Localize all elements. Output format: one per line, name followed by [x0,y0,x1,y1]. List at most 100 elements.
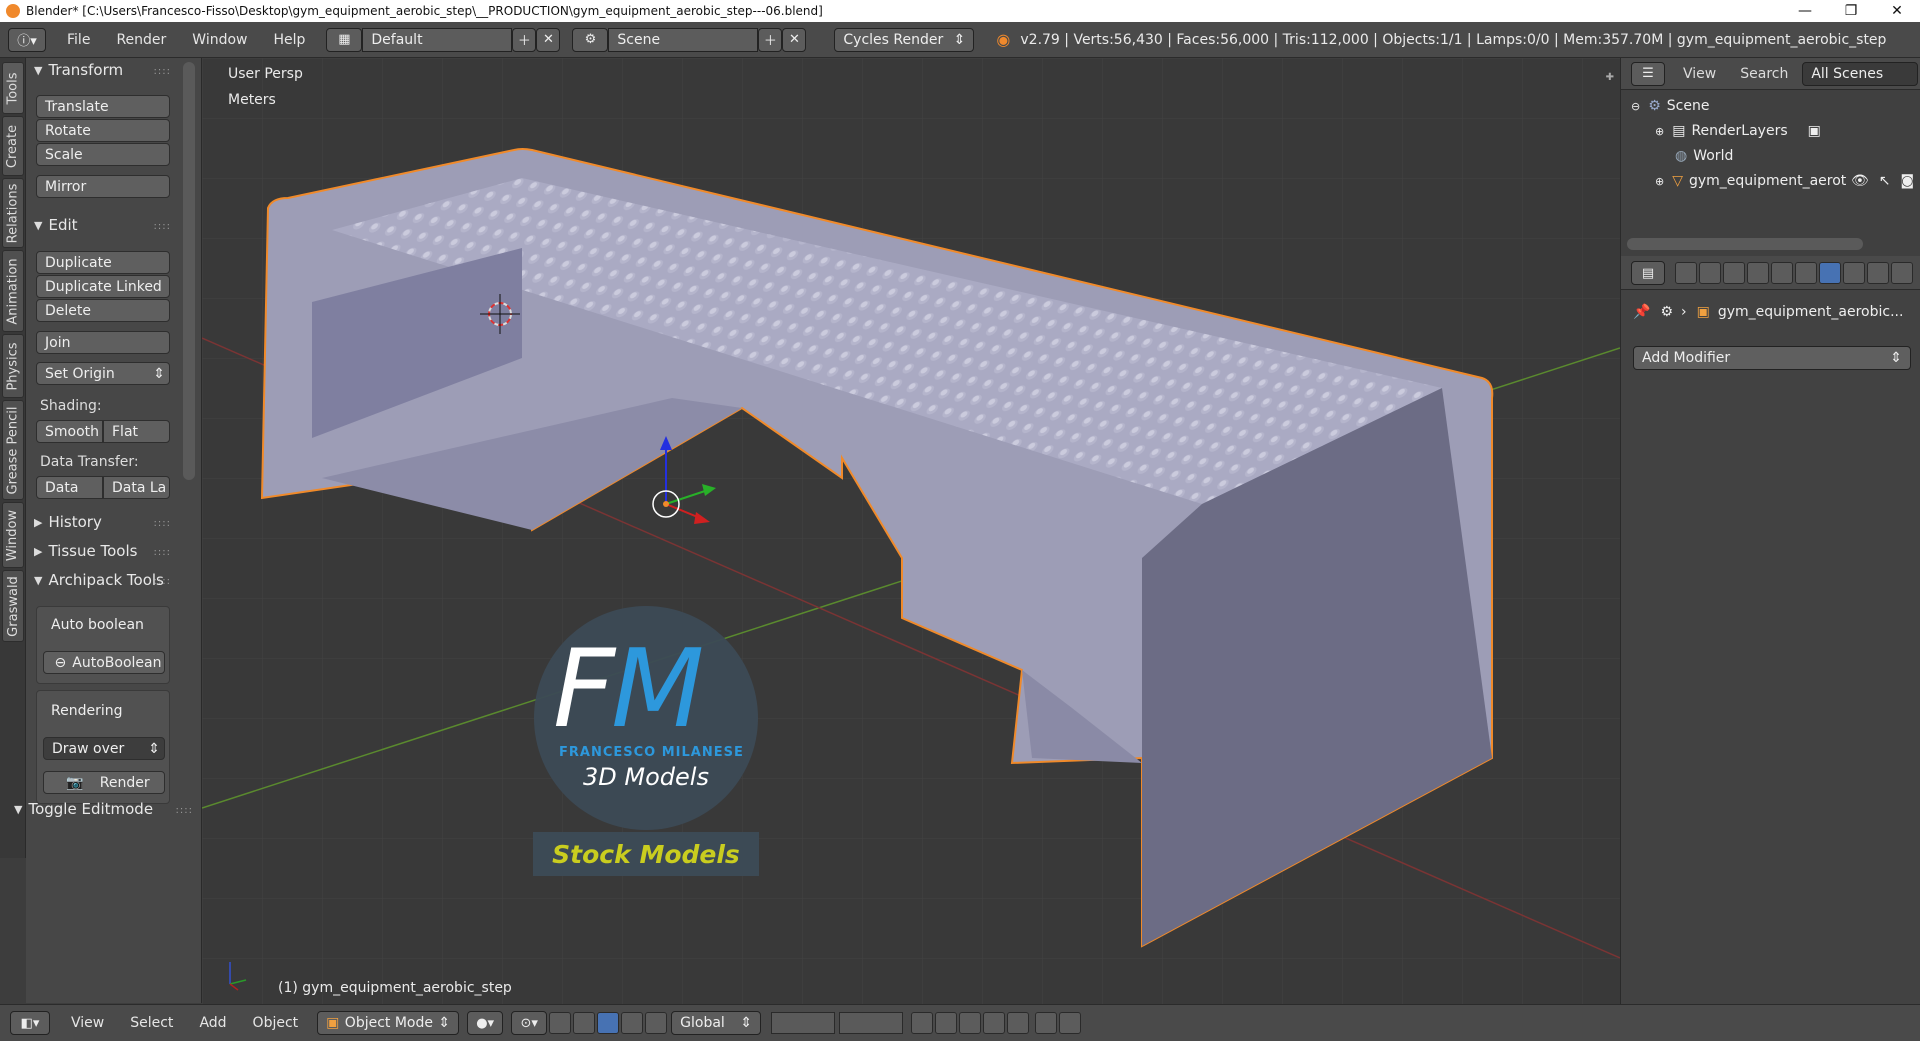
collapse-icon[interactable]: ⊖ [1631,100,1640,113]
viewport-shading-icon[interactable]: ●▾ [467,1011,504,1035]
history-panel-header[interactable]: ▶ History [34,513,102,531]
object-tab-icon[interactable] [1771,262,1793,284]
delete-button[interactable]: Delete [36,299,170,322]
add-modifier-dropdown[interactable]: Add Modifier ⇕ [1633,346,1911,370]
opengl-render-icon[interactable] [1035,1012,1058,1034]
scale-button[interactable]: Scale [36,143,170,166]
outliner-menu-search[interactable]: Search [1740,66,1788,82]
outliner-row-scene[interactable]: ⊖ ⚙ Scene [1621,94,1920,118]
editor-type-info-icon[interactable]: ⓘ▾ [8,27,46,52]
constraints-tab-icon[interactable] [1795,262,1817,284]
smooth-button[interactable]: Smooth [36,420,103,443]
tab-window[interactable]: Window [2,502,24,568]
translate-button[interactable]: Translate [36,95,170,118]
menu-select[interactable]: Select [117,1015,186,1031]
set-origin-dropdown[interactable]: Set Origin ⇕ [36,362,170,385]
menu-file[interactable]: File [54,32,103,48]
material-tab-icon[interactable] [1867,262,1889,284]
close-button[interactable]: ✕ [1874,0,1920,22]
duplicate-button[interactable]: Duplicate [36,251,170,274]
editor-type-3d-icon[interactable]: ◧▾ [10,1011,50,1035]
translate-manipulator-icon[interactable] [573,1012,596,1034]
grip-icon[interactable]: :::: [154,576,171,587]
data-button[interactable]: Data [36,476,103,499]
draw-over-dropdown[interactable]: Draw over ⇕ [43,737,165,760]
modifiers-tab-icon[interactable] [1819,262,1841,284]
menu-window[interactable]: Window [179,32,260,48]
orientation-dropdown[interactable]: Global ⇕ [671,1011,762,1035]
rotate-manipulator-icon[interactable] [621,1012,644,1034]
scale-manipulator-icon[interactable] [645,1012,668,1034]
texture-tab-icon[interactable] [1891,262,1913,284]
layers-grid-2[interactable] [839,1012,904,1034]
menu-render[interactable]: Render [103,32,179,48]
transform-panel-header[interactable]: ▼ Transform [34,61,123,79]
layers-grid-1[interactable] [771,1012,836,1034]
snap-element-icon[interactable] [983,1012,1006,1034]
translate-active-icon[interactable] [597,1012,620,1034]
render-button[interactable]: 📷 Render [43,771,165,794]
minimize-button[interactable]: — [1782,0,1828,22]
screen-layout-icon[interactable]: ▦ [326,27,363,52]
tab-relations[interactable]: Relations [2,178,24,248]
lock-camera-icon[interactable] [911,1012,934,1034]
outliner-filter-dropdown[interactable]: All Scenes [1802,61,1919,86]
mirror-button[interactable]: Mirror [36,175,170,198]
render-tab-icon[interactable] [1675,262,1697,284]
outliner-menu-view[interactable]: View [1683,66,1716,82]
visibility-eye-icon[interactable]: 👁 [1851,173,1869,189]
grip-icon[interactable]: :::: [176,805,193,816]
tab-animation[interactable]: Animation [2,250,24,332]
menu-view[interactable]: View [58,1015,117,1031]
properties-editor-icon[interactable]: ▤ [1631,261,1665,285]
scene-icon[interactable]: ⚙ [572,27,609,52]
tab-physics[interactable]: Physics [2,334,24,398]
rotate-button[interactable]: Rotate [36,119,170,142]
tab-tools[interactable]: Tools [2,62,24,114]
grip-icon[interactable]: :::: [154,66,171,77]
tool-shelf-scrollbar[interactable] [183,62,195,480]
pin-icon[interactable]: 📌 [1633,304,1650,320]
outliner-row-object[interactable]: ⊕ ▽ gym_equipment_aerot 👁 ↖ ◙ [1621,169,1920,193]
world-tab-icon[interactable] [1747,262,1769,284]
duplicate-linked-button[interactable]: Duplicate Linked [36,275,170,298]
scene-tab-icon[interactable] [1723,262,1745,284]
flat-button[interactable]: Flat [103,420,170,443]
data-layers-button[interactable]: Data La [103,476,170,499]
render-engine-dropdown[interactable]: Cycles Render ⇕ [834,27,975,52]
opengl-animation-icon[interactable] [1059,1012,1082,1034]
render-layers-tab-icon[interactable] [1699,262,1721,284]
auto-boolean-button[interactable]: ⊖ AutoBoolean [43,651,165,674]
remove-layout-icon[interactable]: ✕ [536,27,561,52]
tissue-tools-panel-header[interactable]: ▶ Tissue Tools [34,542,137,560]
outliner-scrollbar[interactable] [1627,238,1863,250]
manipulator-toggle-icon[interactable] [549,1012,572,1034]
render-camera-icon[interactable]: ◙ [1901,173,1915,189]
menu-add[interactable]: Add [186,1015,239,1031]
3d-viewport[interactable]: User Persp Meters (1) gym_equipment_aero… [202,58,1620,1004]
grip-icon[interactable]: :::: [154,221,171,232]
scene-field[interactable]: Scene [608,27,759,52]
snap-icon[interactable] [959,1012,982,1034]
proportional-edit-icon[interactable] [935,1012,958,1034]
add-layout-icon[interactable]: ＋ [512,27,537,52]
tab-create[interactable]: Create [2,116,24,176]
tab-graswald[interactable]: Graswald [2,570,24,642]
pivot-point-icon[interactable]: ⊙▾ [511,1011,548,1035]
layout-field[interactable]: Default [362,27,513,52]
toggle-editmode-header[interactable]: ▼ Toggle Editmode [14,800,153,818]
grip-icon[interactable]: :::: [154,547,171,558]
snap-target-icon[interactable] [1007,1012,1030,1034]
outliner-row-renderlayers[interactable]: ⊕ ▤ RenderLayers ▣ [1621,119,1920,143]
mode-dropdown[interactable]: ▣ Object Mode ⇕ [317,1011,460,1035]
plus-icon[interactable]: ✚ [1606,72,1614,83]
grip-icon[interactable]: :::: [154,518,171,529]
menu-help[interactable]: Help [260,32,318,48]
archipack-panel-header[interactable]: ▼ Archipack Tools [34,571,164,589]
tab-grease-pencil[interactable]: Grease Pencil [2,400,24,500]
outliner-row-world[interactable]: ◍ World [1621,144,1920,168]
add-scene-icon[interactable]: ＋ [758,27,783,52]
join-button[interactable]: Join [36,331,170,354]
remove-scene-icon[interactable]: ✕ [782,27,807,52]
outliner-editor-icon[interactable]: ☰ [1631,61,1665,86]
